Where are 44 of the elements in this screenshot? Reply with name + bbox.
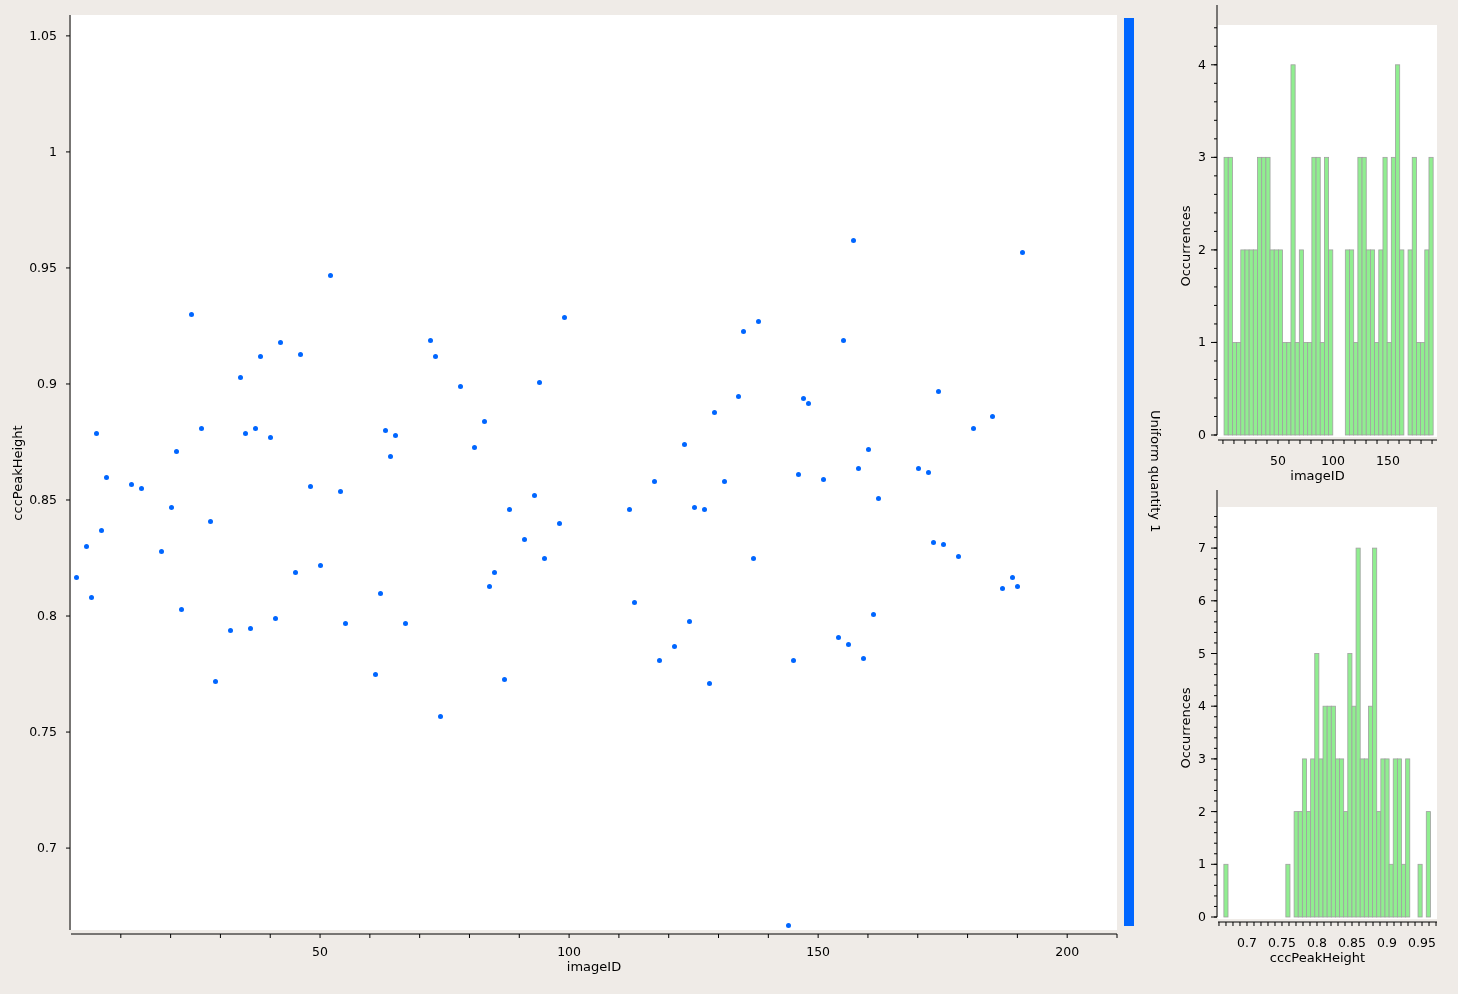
histogram-bar xyxy=(1223,863,1229,918)
colorbar-label: Uniform quantity 1 xyxy=(1148,410,1163,533)
axis-tick-label: 5 xyxy=(1198,645,1206,661)
axis-tick-label: 50 xyxy=(1270,453,1286,468)
axis-tick-label: 0 xyxy=(1198,909,1206,924)
axis-tick-label: 0.85 xyxy=(29,492,57,507)
y-axis-title: Occurrences xyxy=(1180,205,1193,287)
axis-tick-label: 150 xyxy=(1376,453,1400,468)
axis-tick-label: 4 xyxy=(1198,698,1206,714)
axis-tick-label: 0.7 xyxy=(37,840,57,856)
axis-tick-label: 0.95 xyxy=(1408,935,1436,950)
axis-tick-label: 1.05 xyxy=(29,27,57,43)
axis-tick-label: 0.7 xyxy=(1237,935,1257,950)
histogram-bar xyxy=(1417,863,1423,918)
axis-tick-label: 0 xyxy=(1198,427,1206,442)
axis-tick-label: 50 xyxy=(312,944,328,959)
y-axis-title: Occurrences xyxy=(1180,687,1193,769)
x-axis-title: imageID xyxy=(1290,468,1345,483)
axis-tick-label: 0.75 xyxy=(1268,935,1296,950)
x-axis-title: cccPeakHeight xyxy=(1269,950,1366,965)
x-axis-title: imageID xyxy=(566,959,622,974)
axis-tick-label: 0.8 xyxy=(1307,935,1327,950)
axis-tick-label: 0.8 xyxy=(37,608,57,624)
axis-tick-label: 1 xyxy=(1198,334,1206,350)
axis-tick-label: 6 xyxy=(1198,592,1206,608)
axis-tick-label: 100 xyxy=(557,944,581,959)
axis-tick-label: 150 xyxy=(806,944,831,959)
axis-tick-label: 3 xyxy=(1198,750,1206,766)
axis-tick-label: 2 xyxy=(1198,803,1206,819)
axis-tick-label: 1 xyxy=(1198,856,1206,872)
axis-tick-label: 0.9 xyxy=(1377,935,1397,950)
histogram-bar xyxy=(1285,863,1291,918)
axis-tick-label: 7 xyxy=(1198,540,1206,556)
axis-tick-label: 0.85 xyxy=(1338,935,1366,950)
axis-tick-label: 100 xyxy=(1321,453,1345,468)
axis-tick-label: 0.95 xyxy=(29,259,57,275)
y-axis-title: cccPeakHeight xyxy=(10,425,25,521)
axis-tick-label: 3 xyxy=(1198,149,1206,165)
axis-tick-label: 1 xyxy=(49,143,57,159)
axis-tick-label: 2 xyxy=(1198,241,1206,257)
axis-tick-label: 0.75 xyxy=(29,724,57,740)
axis-tick-label: 200 xyxy=(1055,944,1080,959)
axis-tick-label: 0.9 xyxy=(37,375,57,391)
axis-tick-label: 4 xyxy=(1198,56,1206,72)
